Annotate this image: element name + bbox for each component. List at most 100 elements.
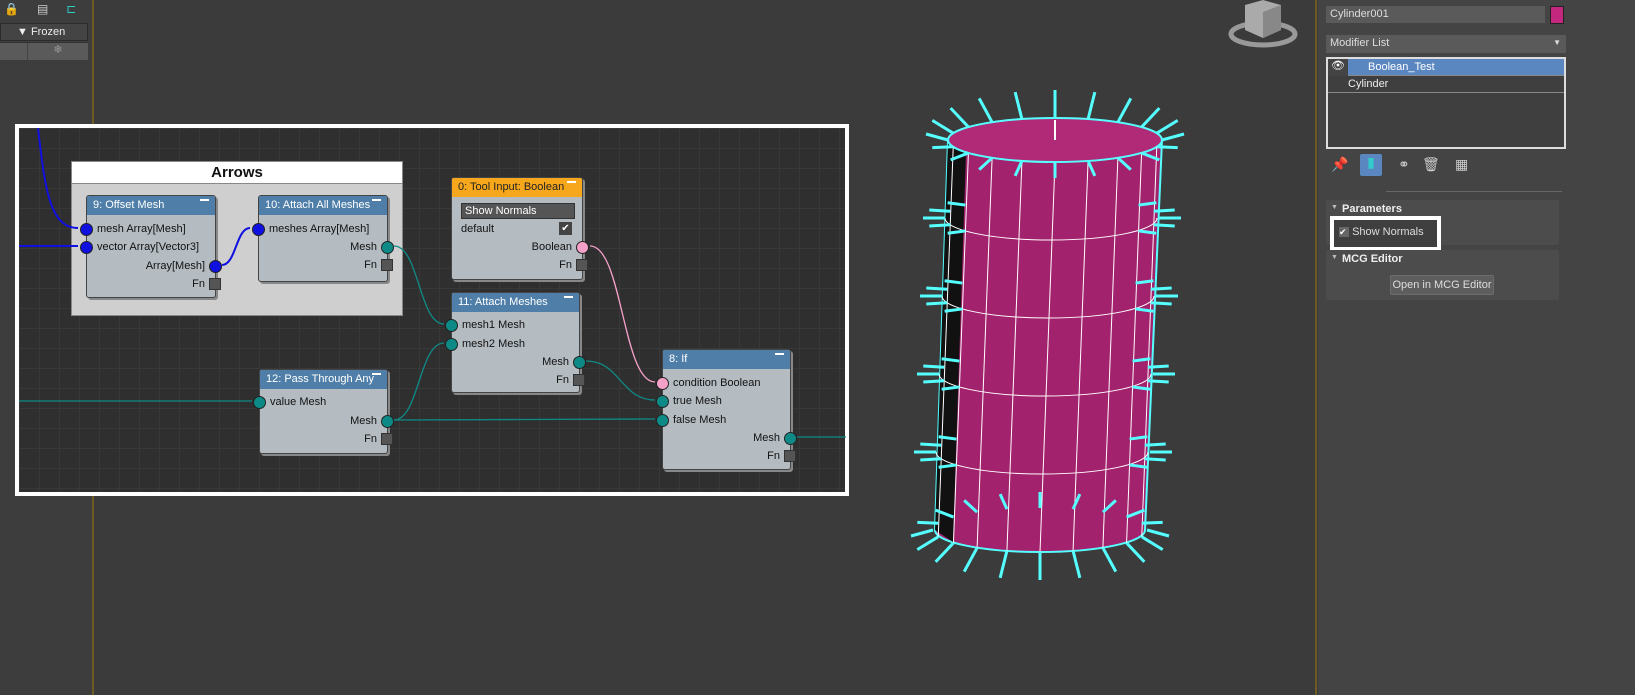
normal-arrow-icon xyxy=(920,442,942,447)
normal-arrow-icon xyxy=(1141,520,1163,525)
input-port[interactable] xyxy=(656,377,669,390)
open-in-mcg-editor-button[interactable]: Open in MCG Editor xyxy=(1390,275,1494,295)
node-title[interactable]: 11: Attach Meshes xyxy=(452,293,579,312)
node-title[interactable]: 12: Pass Through Any xyxy=(260,370,387,389)
normal-arrow-icon xyxy=(934,541,955,563)
normal-arrow-icon xyxy=(923,364,945,369)
fn-port[interactable] xyxy=(576,259,588,271)
checkbox-icon[interactable]: ✔ xyxy=(1339,227,1349,237)
column-header-frozen[interactable]: ▼ Frozen xyxy=(0,23,88,41)
parameters-rollout-title[interactable]: Parameters xyxy=(1326,200,1559,215)
object-color-swatch[interactable] xyxy=(1550,6,1564,24)
viewport-border xyxy=(1315,0,1317,695)
viewcube-icon[interactable] xyxy=(1225,0,1305,50)
stack-item-cylinder[interactable]: Cylinder xyxy=(1328,76,1564,93)
hierarchy-icon[interactable]: ▤ xyxy=(37,2,48,16)
input-port[interactable] xyxy=(80,223,93,236)
node-n9[interactable]: 9: Offset Mesh mesh Array[Mesh] vector Arr… xyxy=(80,195,222,298)
normal-arrow-icon xyxy=(998,550,1009,579)
normal-arrow-icon xyxy=(962,547,979,573)
modifier-list-dropdown[interactable]: Modifier List ▼ xyxy=(1326,35,1566,53)
output-port-label: Mesh xyxy=(542,356,569,368)
fn-port[interactable] xyxy=(381,259,393,271)
normal-arrow-icon xyxy=(1146,528,1170,538)
normal-arrow-icon xyxy=(910,528,934,538)
node-n11[interactable]: 11: Attach Meshes mesh1 Mesh mesh2 Mesh Mes… xyxy=(445,292,586,393)
layer-row[interactable]: ❄ xyxy=(0,42,88,61)
fn-port[interactable] xyxy=(209,278,221,290)
stack-item-boolean-test[interactable]: 👁 Boolean_Test xyxy=(1328,59,1564,76)
show-end-result-icon[interactable]: ▮ xyxy=(1360,154,1382,176)
configure-sets-icon[interactable]: ▦ xyxy=(1455,156,1468,173)
minimize-icon[interactable] xyxy=(372,373,381,375)
normal-arrow-icon xyxy=(1153,223,1175,228)
fn-port[interactable] xyxy=(381,433,393,445)
normal-arrow-icon xyxy=(1071,550,1082,579)
eye-icon[interactable]: 👁 xyxy=(1328,59,1348,76)
cylinder-viewport-object[interactable] xyxy=(890,90,1190,590)
frozen-icon[interactable]: ❄ xyxy=(27,43,88,61)
stack-item-label: Cylinder xyxy=(1348,78,1389,90)
show-normals-label: Show Normals xyxy=(1352,226,1424,238)
output-port[interactable] xyxy=(573,356,586,369)
object-name-input[interactable]: Cylinder001 xyxy=(1326,6,1545,23)
default-checkbox[interactable]: ✔ xyxy=(559,222,572,235)
column-label: Frozen xyxy=(30,26,66,38)
input-port[interactable] xyxy=(445,338,458,351)
input-port-label: vector Array[Vector3] xyxy=(97,241,200,253)
input-port[interactable] xyxy=(656,414,669,427)
pin-stack-icon[interactable]: 📌 xyxy=(1331,156,1348,173)
output-port-label: Array[Mesh] xyxy=(145,260,205,272)
node-title[interactable]: 10: Attach All Meshes xyxy=(259,196,387,215)
input-port[interactable] xyxy=(656,395,669,408)
node-title[interactable]: 0: Tool Input: Boolean xyxy=(452,178,582,197)
tool-input-name-field[interactable]: Show Normals xyxy=(461,203,575,219)
minimize-icon[interactable] xyxy=(564,296,573,298)
minimize-icon[interactable] xyxy=(372,199,381,201)
minimize-icon[interactable] xyxy=(567,181,576,183)
input-port[interactable] xyxy=(252,223,265,236)
lock-icon[interactable]: 🔒 xyxy=(4,2,19,16)
trash-icon[interactable]: 🗑 xyxy=(1422,156,1440,173)
divider xyxy=(1386,191,1562,192)
input-port-label: value Mesh xyxy=(270,396,327,408)
cylinder-body xyxy=(933,139,1164,553)
node-n8[interactable]: 8: If condition Boolean true Mesh false Mes… xyxy=(656,349,797,470)
modifier-list-label: Modifier List xyxy=(1330,37,1390,49)
fn-label: Fn xyxy=(364,433,377,445)
output-port-label: Boolean xyxy=(531,241,572,253)
output-port[interactable] xyxy=(576,241,589,254)
fn-port[interactable] xyxy=(573,374,585,386)
input-port[interactable] xyxy=(80,241,93,254)
make-unique-icon[interactable]: ⚭ xyxy=(1398,156,1410,173)
normal-arrow-icon xyxy=(1140,535,1164,551)
normal-arrow-icon xyxy=(1155,119,1179,135)
show-normals-checkbox[interactable]: ✔ Show Normals xyxy=(1330,216,1441,251)
normal-arrow-icon xyxy=(923,379,945,384)
node-title-text: 11: Attach Meshes xyxy=(458,296,548,308)
node-title[interactable]: 9: Offset Mesh xyxy=(87,196,215,215)
stack-item-label: Boolean_Test xyxy=(1368,61,1435,73)
node-n12[interactable]: 12: Pass Through Any value Mesh Mesh Fn xyxy=(253,369,394,454)
normal-arrow-icon xyxy=(949,107,970,129)
node-n10[interactable]: 10: Attach All Meshes meshes Array[Mesh] M… xyxy=(252,195,394,282)
output-port[interactable] xyxy=(209,260,222,273)
minimize-icon[interactable] xyxy=(775,353,784,355)
node-title[interactable]: 8: If xyxy=(663,350,790,369)
normal-arrow-icon xyxy=(977,97,994,123)
normal-arrow-icon xyxy=(916,535,940,551)
output-port[interactable] xyxy=(381,415,394,428)
fn-port[interactable] xyxy=(784,450,796,462)
mcg-editor-rollout-title[interactable]: MCG Editor xyxy=(1326,250,1559,265)
output-port-label: Mesh xyxy=(350,241,377,253)
node-title-text: 10: Attach All Meshes xyxy=(265,199,371,211)
input-port[interactable] xyxy=(445,319,458,332)
node-n0[interactable]: 0: Tool Input: Boolean Boolean Fn Show Norm… xyxy=(451,177,589,280)
tree-icon[interactable]: ⊏ xyxy=(66,2,76,16)
normal-arrow-icon xyxy=(1147,364,1169,369)
input-port[interactable] xyxy=(253,396,266,409)
minimize-icon[interactable] xyxy=(200,199,209,201)
normal-arrow-icon xyxy=(1147,379,1169,384)
output-port[interactable] xyxy=(784,432,797,445)
output-port[interactable] xyxy=(381,241,394,254)
